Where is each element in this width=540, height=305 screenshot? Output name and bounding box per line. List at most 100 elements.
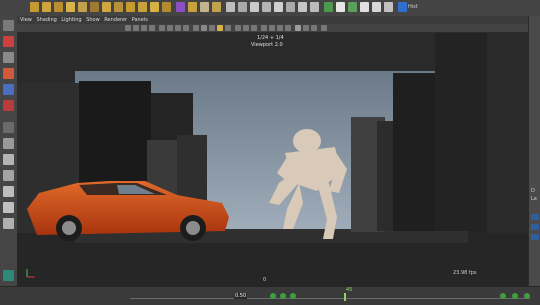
menu-show[interactable]: Show [86, 16, 100, 24]
layer-row-3[interactable] [531, 234, 539, 240]
bookmark-icon[interactable] [141, 25, 147, 31]
shelf-icon-2[interactable] [42, 2, 51, 12]
shelf-icon-11[interactable] [150, 2, 159, 12]
shelf-icon-25[interactable] [324, 2, 333, 12]
shelf-icon-20[interactable] [262, 2, 271, 12]
loop-icon[interactable] [512, 293, 518, 299]
select-tool-icon[interactable] [3, 20, 14, 31]
shelf-icon-26[interactable] [336, 2, 345, 12]
shelf-icon-7[interactable] [102, 2, 111, 12]
time-slider[interactable]: 0.50 45 [0, 286, 540, 305]
ambient-occlusion-icon[interactable] [235, 25, 241, 31]
layout-hypershade-icon[interactable] [3, 218, 14, 229]
textured-icon[interactable] [209, 25, 215, 31]
shelf-icon-30[interactable] [384, 2, 393, 12]
shelf-icon-24[interactable] [310, 2, 319, 12]
building-right-4 [435, 33, 495, 231]
exposure-icon[interactable] [303, 25, 309, 31]
channel-box-tab[interactable]: D [531, 188, 535, 194]
image-plane-icon[interactable] [149, 25, 155, 31]
layer-editor-tab[interactable]: La [531, 196, 537, 202]
camera-info-line2: Viewport 2.0 [251, 42, 283, 48]
camera-select-icon[interactable] [125, 25, 131, 31]
smooth-shade-icon[interactable] [201, 25, 207, 31]
range-end-icon[interactable] [500, 293, 506, 299]
shelf-icon-purple[interactable] [176, 2, 185, 12]
shelf-icon-22[interactable] [286, 2, 295, 12]
viewport-menu-bar: View Shading Lighting Show Renderer Pane… [17, 16, 528, 24]
grid-icon[interactable] [159, 25, 165, 31]
rotate-tool-icon[interactable] [3, 84, 14, 95]
shelf-icon-4[interactable] [66, 2, 75, 12]
layout-graph-icon[interactable] [3, 202, 14, 213]
camera-view-icon[interactable] [295, 25, 301, 31]
3d-viewport[interactable]: 1/24 + 1/4 Viewport 2.0 0 23.98 fps [17, 33, 528, 286]
wireframe-icon[interactable] [193, 25, 199, 31]
lights-icon[interactable] [217, 25, 223, 31]
sound-icon[interactable] [524, 293, 530, 299]
layout-four-icon[interactable] [3, 154, 14, 165]
tool-box [0, 16, 18, 286]
scale-tool-icon[interactable] [3, 100, 14, 111]
play-forward-icon[interactable] [280, 293, 286, 299]
anti-alias-icon[interactable] [251, 25, 257, 31]
shelf-icon-17[interactable] [226, 2, 235, 12]
layout-outliner-icon[interactable] [3, 186, 14, 197]
shelf-icon-18[interactable] [238, 2, 247, 12]
time-ruler[interactable] [130, 298, 530, 299]
lasso-tool-icon[interactable] [3, 36, 14, 47]
frame-readout: 0 [263, 277, 267, 283]
shelf-icon-12[interactable] [162, 2, 171, 12]
shelf-icon-15[interactable] [200, 2, 209, 12]
shelf-icon-19[interactable] [250, 2, 259, 12]
shelf-icon-blue[interactable] [398, 2, 407, 12]
gate-mask-icon[interactable] [183, 25, 189, 31]
step-forward-icon[interactable] [290, 293, 296, 299]
layout-single-icon[interactable] [3, 138, 14, 149]
current-frame-field[interactable]: 0.50 [234, 293, 248, 299]
shelf-icon-10[interactable] [138, 2, 147, 12]
layout-two-icon[interactable] [3, 170, 14, 181]
layer-row-2[interactable] [531, 224, 539, 230]
play-back-icon[interactable] [270, 293, 276, 299]
move-tool-icon[interactable] [3, 68, 14, 79]
paint-select-icon[interactable] [3, 52, 14, 63]
film-gate-icon[interactable] [167, 25, 173, 31]
xray-icon[interactable] [269, 25, 275, 31]
color-management-icon[interactable] [321, 25, 327, 31]
shelf-hist-label[interactable]: Hist [408, 4, 418, 10]
shelf-icon-1[interactable] [30, 2, 39, 12]
shelf-icon-28[interactable] [360, 2, 369, 12]
shelf-icon-27[interactable] [348, 2, 357, 12]
gamma-icon[interactable] [311, 25, 317, 31]
xray-joints-icon[interactable] [277, 25, 283, 31]
shelf-icon-16[interactable] [212, 2, 221, 12]
camera-attributes-icon[interactable] [133, 25, 139, 31]
menu-panels[interactable]: Panels [132, 16, 148, 24]
menu-view[interactable]: View [20, 16, 32, 24]
shelf-icon-8[interactable] [114, 2, 123, 12]
shelf-icon-23[interactable] [298, 2, 307, 12]
cube-icon[interactable] [3, 270, 14, 281]
shelf-icon-5[interactable] [78, 2, 87, 12]
shelf-icon-14[interactable] [188, 2, 197, 12]
keyframe-marker[interactable] [344, 293, 346, 301]
motion-blur-icon[interactable] [243, 25, 249, 31]
shadows-icon[interactable] [225, 25, 231, 31]
fps-readout: 23.98 fps [453, 270, 477, 276]
isolate-select-icon[interactable] [261, 25, 267, 31]
shelf-icon-3[interactable] [54, 2, 63, 12]
shelf-toolbar: Hist [0, 0, 540, 17]
shelf-icon-9[interactable] [126, 2, 135, 12]
menu-shading[interactable]: Shading [36, 16, 56, 24]
shelf-icon-6[interactable] [90, 2, 99, 12]
shelf-icon-21[interactable] [274, 2, 283, 12]
marker-label: 45 [346, 287, 353, 293]
shelf-icon-29[interactable] [372, 2, 381, 12]
backface-icon[interactable] [285, 25, 291, 31]
resolution-gate-icon[interactable] [175, 25, 181, 31]
menu-renderer[interactable]: Renderer [104, 16, 127, 24]
snap-icon[interactable] [3, 122, 14, 133]
menu-lighting[interactable]: Lighting [61, 16, 81, 24]
layer-row-1[interactable] [531, 214, 539, 220]
